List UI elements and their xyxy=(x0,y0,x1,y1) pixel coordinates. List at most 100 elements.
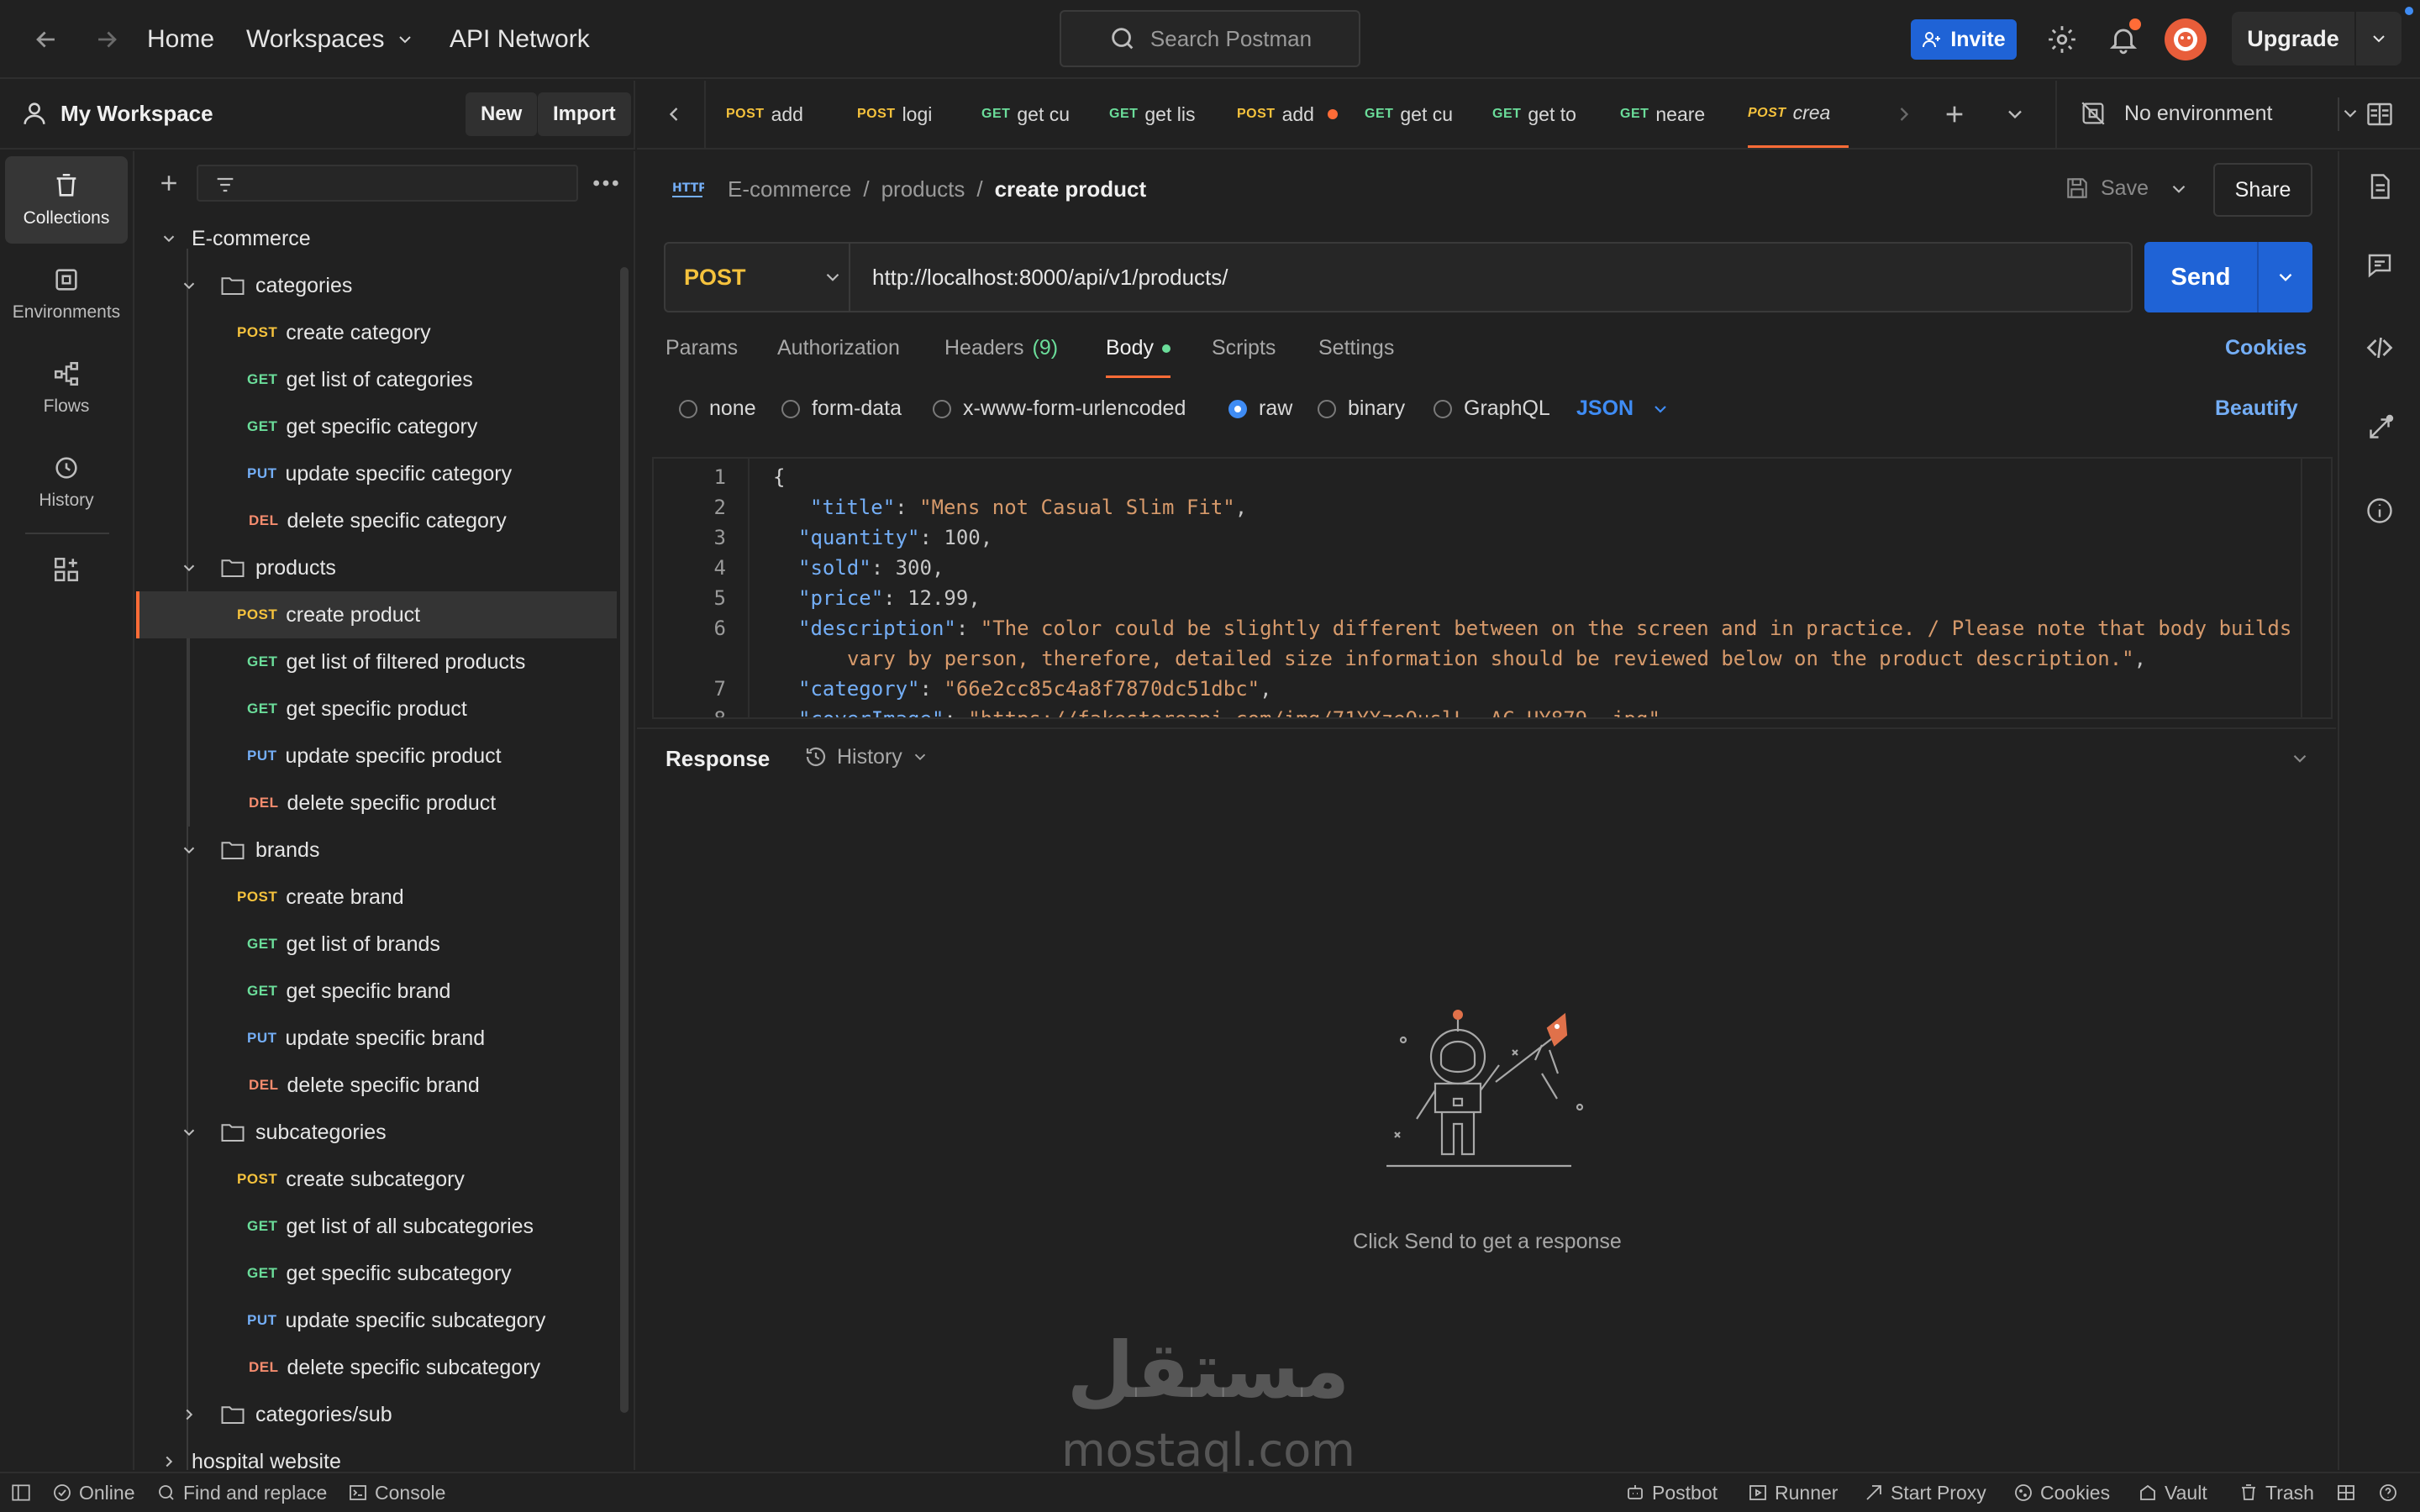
tree-folder-categories[interactable]: categories xyxy=(136,262,617,309)
tree-request[interactable]: GET get list of all subcategories xyxy=(136,1203,617,1250)
toggle-sidebar-icon[interactable] xyxy=(10,1473,32,1512)
breadcrumb-collection[interactable]: E-commerce xyxy=(728,176,851,202)
tree-request[interactable]: GET get list of brands xyxy=(136,921,617,968)
tree-request[interactable]: POST create category xyxy=(136,309,617,356)
tab-request[interactable]: GET neare xyxy=(1620,81,1721,148)
radio-none[interactable] xyxy=(679,399,697,418)
cookies-button[interactable]: Cookies xyxy=(2013,1473,2110,1512)
environment-selector[interactable]: No environment xyxy=(2079,99,2361,128)
tree-request[interactable]: DEL delete specific product xyxy=(136,780,617,827)
tree-folder-categories-sub[interactable]: categories/sub xyxy=(136,1391,617,1438)
invite-button[interactable]: Invite xyxy=(1911,19,2017,60)
chevron-down-icon[interactable] xyxy=(2003,102,2027,126)
tree-collection-ecommerce[interactable]: E-commerce xyxy=(136,215,617,262)
start-proxy-button[interactable]: Start Proxy xyxy=(1864,1473,1986,1512)
editor-scroll-track[interactable] xyxy=(2301,459,2324,717)
layout-toggle-icon[interactable] xyxy=(2336,1473,2356,1512)
tab-request[interactable]: GET get cu xyxy=(1365,81,1459,148)
comments-icon[interactable] xyxy=(2365,250,2395,281)
breadcrumb-folder[interactable]: products xyxy=(881,176,965,202)
body-format-select[interactable]: JSON xyxy=(1576,396,1670,421)
tree-request[interactable]: GET get list of categories xyxy=(136,356,617,403)
tree-request[interactable]: POST create brand xyxy=(136,874,617,921)
body-option-binary[interactable]: binary xyxy=(1318,396,1405,421)
collapse-chevron-icon[interactable] xyxy=(2289,748,2311,769)
save-options-chevron-icon[interactable] xyxy=(2168,178,2190,200)
help-icon[interactable] xyxy=(2378,1473,2398,1512)
api-network-link[interactable]: API Network xyxy=(450,25,590,54)
tab-request[interactable]: POST add xyxy=(726,81,835,148)
find-replace-button[interactable]: Find and replace xyxy=(156,1473,327,1512)
console-button[interactable]: Console xyxy=(348,1473,445,1512)
new-button[interactable]: New xyxy=(466,92,538,136)
trash-button[interactable]: Trash xyxy=(2238,1473,2314,1512)
tree-folder-subcategories[interactable]: subcategories xyxy=(136,1109,617,1156)
related-collections-icon[interactable] xyxy=(2365,413,2395,444)
tree-collection-hospital[interactable]: hospital website xyxy=(136,1438,617,1470)
tab-request[interactable]: GET get cu xyxy=(981,81,1076,148)
tree-request[interactable]: DEL delete specific category xyxy=(136,497,617,544)
tree-request[interactable]: GET get list of filtered products xyxy=(136,638,617,685)
sidebar-item-collections[interactable]: Collections xyxy=(5,156,128,244)
forward-arrow-icon[interactable] xyxy=(92,25,121,54)
chevron-down-icon[interactable] xyxy=(2356,29,2402,49)
code-editor[interactable]: 1 2 3 4 5 6 7 8 { "title": "Mens not Cas… xyxy=(652,457,2333,719)
tree-request[interactable]: DEL delete specific subcategory xyxy=(136,1344,617,1391)
radio-binary[interactable] xyxy=(1318,399,1336,418)
response-history-menu[interactable]: History xyxy=(803,744,929,769)
body-option-urlencoded[interactable]: x-www-form-urlencoded xyxy=(933,396,1186,421)
sidebar-item-history[interactable]: History xyxy=(5,438,128,526)
upgrade-button[interactable]: Upgrade xyxy=(2232,12,2402,66)
body-option-form-data[interactable]: form-data xyxy=(781,396,902,421)
runner-button[interactable]: Runner xyxy=(1748,1473,1838,1512)
send-button[interactable]: Send xyxy=(2144,242,2312,312)
sidebar-item-environments[interactable]: Environments xyxy=(5,250,128,338)
tree-request[interactable]: PUT update specific category xyxy=(136,450,617,497)
body-option-raw[interactable]: raw xyxy=(1228,396,1292,421)
tab-request-unsaved[interactable]: POST add xyxy=(1237,81,1355,148)
tree-request[interactable]: GET get specific subcategory xyxy=(136,1250,617,1297)
notifications-bell-icon[interactable] xyxy=(2107,18,2141,55)
tab-request[interactable]: POST logi xyxy=(857,81,948,148)
postbot-button[interactable]: Postbot xyxy=(1625,1473,1718,1512)
share-button[interactable]: Share xyxy=(2213,163,2312,217)
tree-request[interactable]: PUT update specific product xyxy=(136,732,617,780)
sidebar-item-flows[interactable]: Flows xyxy=(5,344,128,432)
environment-quick-look-icon[interactable] xyxy=(2365,99,2395,129)
documentation-icon[interactable] xyxy=(2365,171,2395,202)
tab-headers[interactable]: Headers (9) xyxy=(944,336,1058,378)
tab-request-active[interactable]: POST crea xyxy=(1748,81,1849,148)
tab-request[interactable]: GET get lis xyxy=(1109,81,1203,148)
tree-request[interactable]: GET get specific product xyxy=(136,685,617,732)
cookies-link[interactable]: Cookies xyxy=(2225,336,2307,378)
chevron-down-icon[interactable] xyxy=(2259,266,2312,288)
settings-gear-icon[interactable] xyxy=(2046,24,2078,55)
tree-request[interactable]: POST create subcategory xyxy=(136,1156,617,1203)
tab-authorization[interactable]: Authorization xyxy=(777,336,900,378)
search-box[interactable]: Search Postman xyxy=(1060,10,1360,67)
chevron-right-icon[interactable] xyxy=(1892,102,1916,126)
radio-form-data[interactable] xyxy=(781,399,800,418)
save-button[interactable]: Save xyxy=(2064,175,2149,202)
avatar[interactable] xyxy=(2165,18,2207,60)
tree-request-selected[interactable]: POST create product xyxy=(136,591,617,638)
back-arrow-icon[interactable] xyxy=(32,25,60,54)
request-name[interactable]: create product xyxy=(995,176,1147,202)
code-snippet-icon[interactable] xyxy=(2365,333,2395,363)
tree-request[interactable]: DEL delete specific brand xyxy=(136,1062,617,1109)
beautify-link[interactable]: Beautify xyxy=(2215,396,2298,421)
vault-button[interactable]: Vault xyxy=(2138,1473,2207,1512)
new-tab-plus-icon[interactable] xyxy=(1941,101,1968,128)
tab-scripts[interactable]: Scripts xyxy=(1212,336,1276,378)
tab-settings[interactable]: Settings xyxy=(1318,336,1394,378)
workspaces-menu[interactable]: Workspaces xyxy=(246,25,415,54)
method-select[interactable]: POST xyxy=(666,244,850,311)
tab-request[interactable]: GET get to xyxy=(1492,81,1586,148)
radio-graphql[interactable] xyxy=(1434,399,1452,418)
body-option-graphql[interactable]: GraphQL xyxy=(1434,396,1550,421)
sidebar-item-configure[interactable] xyxy=(5,534,128,605)
tree-request[interactable]: GET get specific category xyxy=(136,403,617,450)
chevron-left-icon[interactable] xyxy=(662,102,686,126)
home-link[interactable]: Home xyxy=(147,25,214,54)
online-status[interactable]: Online xyxy=(52,1473,134,1512)
